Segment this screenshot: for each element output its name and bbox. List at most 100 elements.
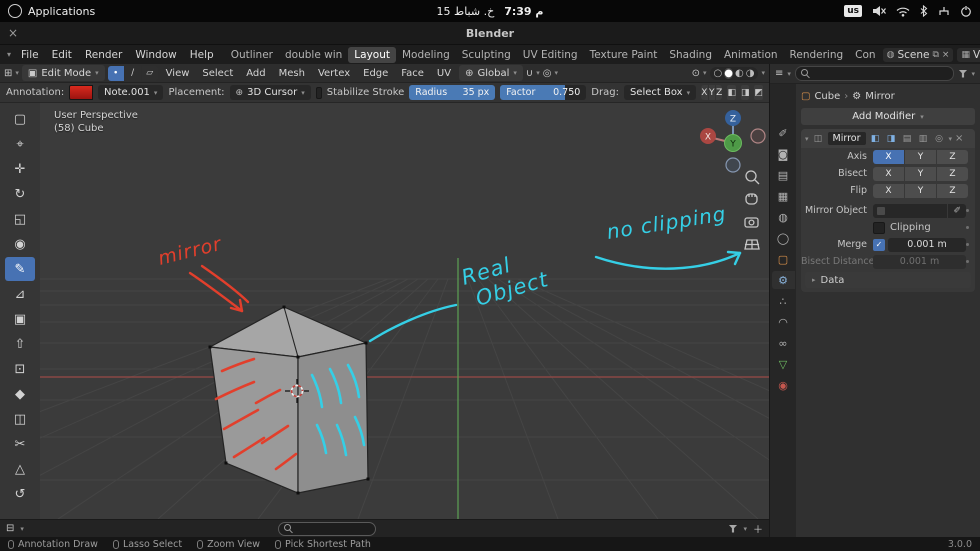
volume-muted-icon[interactable]: [872, 5, 886, 17]
footer-editor-icon[interactable]: ⊟: [6, 523, 14, 534]
transform-orientation-dropdown[interactable]: ⊕ Global ▾: [459, 65, 523, 81]
footer-editor-chevron-icon[interactable]: ▾: [20, 525, 24, 533]
zoom-view-icon[interactable]: [745, 170, 760, 185]
scene-unlink-icon[interactable]: ×: [942, 50, 950, 60]
workspace-tab-compositing[interactable]: Con: [849, 47, 881, 63]
loop-cut-tool[interactable]: ◫: [5, 407, 35, 431]
filter-chevron-icon[interactable]: ▾: [743, 525, 747, 533]
workspace-tab-sculpting[interactable]: Sculpting: [456, 47, 517, 63]
menu-uv[interactable]: UV: [432, 67, 456, 80]
tab-constraints[interactable]: ∞: [772, 334, 795, 352]
move-tool[interactable]: ✛: [5, 157, 35, 181]
applications-menu[interactable]: Applications: [8, 4, 95, 18]
tab-view-layer[interactable]: ▦: [772, 187, 795, 205]
tab-object-data[interactable]: ▽: [772, 355, 795, 373]
rendered-shading-button[interactable]: ◑: [746, 68, 755, 79]
menu-vertex[interactable]: Vertex: [313, 67, 355, 80]
window-close-icon[interactable]: ×: [8, 26, 18, 40]
cube-mesh[interactable]: [208, 305, 370, 495]
knife-tool[interactable]: ✂: [5, 432, 35, 456]
add-cube-tool[interactable]: ▣: [5, 307, 35, 331]
gizmo-neg-z-ball[interactable]: [725, 157, 741, 173]
face-select-button[interactable]: ▱: [141, 65, 158, 81]
modifier-expand-icon[interactable]: ▾: [805, 135, 809, 143]
network-icon[interactable]: [938, 5, 950, 17]
decorator-dot[interactable]: [966, 243, 969, 246]
menu-edit[interactable]: Edit: [46, 47, 78, 63]
power-icon[interactable]: [960, 5, 972, 17]
flip-x-button[interactable]: X: [873, 183, 904, 198]
breadcrumb-object[interactable]: Cube: [814, 91, 840, 102]
workspace-tab-double-win[interactable]: double win: [279, 47, 348, 63]
add-modifier-button[interactable]: Add Modifier ▾: [801, 108, 975, 125]
snap-chevron-icon[interactable]: ▾: [536, 69, 540, 77]
menu-edge[interactable]: Edge: [358, 67, 393, 80]
scene-selector[interactable]: ◍ Scene ⧉ ×: [882, 47, 954, 62]
spin-tool[interactable]: ↺: [5, 482, 35, 506]
bluetooth-icon[interactable]: [920, 5, 928, 17]
scale-tool[interactable]: ◱: [5, 207, 35, 231]
editor-type-icon[interactable]: ⊞: [4, 68, 12, 79]
vertex-select-button[interactable]: ∙: [107, 65, 124, 81]
bevel-tool[interactable]: ◆: [5, 382, 35, 406]
mirror-y-icon[interactable]: ◨: [740, 85, 750, 100]
display-cage-toggle[interactable]: ▤: [901, 134, 914, 144]
properties-filter-chevron-icon[interactable]: ▾: [971, 70, 975, 78]
radius-slider[interactable]: Radius 35 px: [409, 85, 496, 100]
workspace-tab-rendering[interactable]: Rendering: [784, 47, 850, 63]
tab-output[interactable]: ▤: [772, 166, 795, 184]
measure-tool[interactable]: ⊿: [5, 282, 35, 306]
menu-render[interactable]: Render: [79, 47, 128, 63]
workspace-tab-animation[interactable]: Animation: [718, 47, 784, 63]
overlays-icon[interactable]: ⊙: [692, 68, 700, 79]
workspace-tab-shading[interactable]: Shading: [663, 47, 718, 63]
poly-build-tool[interactable]: △: [5, 457, 35, 481]
mode-dropdown[interactable]: ▣ Edit Mode ▾: [21, 65, 105, 81]
workspace-tab-uv-editing[interactable]: UV Editing: [517, 47, 584, 63]
axis-x-button[interactable]: X: [873, 149, 904, 164]
rotate-tool[interactable]: ↻: [5, 182, 35, 206]
render-toggle-icon[interactable]: ◎: [933, 134, 946, 144]
proportional-edit-icon[interactable]: ◎: [543, 68, 552, 79]
clock-area[interactable]: خ. شباط 15 7:39 م: [437, 0, 544, 22]
bisect-z-button[interactable]: Z: [937, 166, 968, 181]
tab-world[interactable]: ◯: [772, 229, 795, 247]
tab-material[interactable]: ◉: [772, 376, 795, 394]
mirror-z-icon[interactable]: ◩: [754, 85, 763, 100]
modifier-close-icon[interactable]: ×: [955, 133, 963, 144]
workspace-tab-modeling[interactable]: Modeling: [396, 47, 456, 63]
perspective-toggle-icon[interactable]: [744, 239, 760, 250]
tab-scene[interactable]: ◍: [772, 208, 795, 226]
decorator-dot[interactable]: [966, 260, 969, 263]
edge-select-button[interactable]: ∕: [124, 65, 141, 81]
axis-y-toggle[interactable]: Y: [708, 85, 715, 100]
modifier-name-field[interactable]: Mirror: [827, 132, 866, 145]
bisect-y-button[interactable]: Y: [905, 166, 936, 181]
tab-tool[interactable]: ✐: [772, 124, 795, 142]
menu-help[interactable]: Help: [184, 47, 220, 63]
keyboard-layout-indicator[interactable]: us: [844, 5, 862, 17]
material-shading-button[interactable]: ◐: [735, 68, 744, 79]
viewport-3d[interactable]: mirror Real Object no clipping Z X Y Use…: [40, 103, 769, 519]
tab-physics[interactable]: ◠: [772, 313, 795, 331]
transform-tool[interactable]: ◉: [5, 232, 35, 256]
tab-object[interactable]: ▢: [772, 250, 795, 268]
navigation-gizmo[interactable]: Z X Y: [700, 110, 766, 173]
select-box-tool[interactable]: ▢: [5, 107, 35, 131]
menu-mesh[interactable]: Mesh: [274, 67, 310, 80]
proportional-chevron-icon[interactable]: ▾: [554, 69, 558, 77]
bisect-x-button[interactable]: X: [873, 166, 904, 181]
annotation-color-swatch[interactable]: [69, 85, 93, 100]
workspace-tab-outliner[interactable]: Outliner: [225, 47, 279, 63]
flip-y-button[interactable]: Y: [905, 183, 936, 198]
scene-new-icon[interactable]: ⧉: [932, 50, 938, 60]
blender-menu-chevron-icon[interactable]: ▾: [7, 50, 11, 59]
wireframe-shading-button[interactable]: ○: [714, 68, 723, 79]
properties-filter-icon[interactable]: [958, 69, 968, 78]
axis-x-toggle[interactable]: X: [701, 85, 708, 100]
camera-view-icon[interactable]: [744, 217, 759, 228]
filter-funnel-icon[interactable]: [728, 524, 738, 533]
menu-window[interactable]: Window: [129, 47, 182, 63]
stabilize-stroke-checkbox[interactable]: [315, 86, 322, 99]
workspace-tab-texture-paint[interactable]: Texture Paint: [584, 47, 664, 63]
